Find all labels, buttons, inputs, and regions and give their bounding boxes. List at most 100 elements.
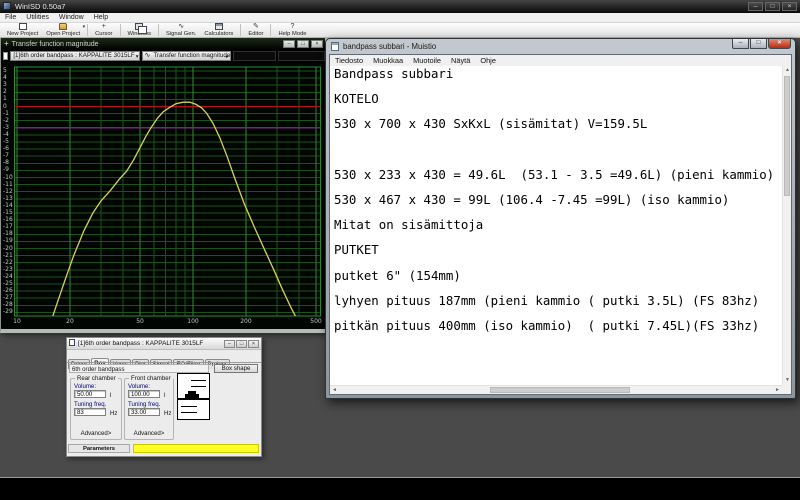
menu-file[interactable]: File	[0, 13, 21, 23]
toolbar-separator	[158, 24, 159, 36]
notepad-menu-muokkaa[interactable]: Muokkaa	[368, 55, 408, 66]
editor-icon: ✎	[253, 23, 259, 30]
vscroll-thumb[interactable]	[784, 76, 790, 196]
winisd-menubar: FileUtilitiesWindowHelp	[0, 13, 800, 23]
desktop: WinISD 0.50a7 – □ × FileUtilitiesWindowH…	[0, 0, 800, 500]
box-shape-button[interactable]: Box shape	[214, 364, 258, 373]
notepad-window: bandpass subbari - Muistio – □ × Tiedost…	[325, 38, 796, 399]
y-axis-tick-label: -10	[3, 175, 13, 181]
tuning-freq-input[interactable]: 83	[74, 408, 106, 416]
advanced-link[interactable]: Advanced>	[71, 430, 121, 437]
project-maximize-button[interactable]: □	[236, 340, 247, 348]
cursor-icon: +	[102, 23, 106, 30]
vertical-scrollbar[interactable]: ▲ ▼	[782, 66, 791, 385]
y-axis-tick-label: -7	[3, 153, 9, 159]
chevron-down-icon[interactable]: ▾	[83, 24, 86, 30]
volume-unit: l	[110, 392, 111, 399]
y-axis-tick-label: -22	[3, 260, 13, 266]
toolbar-new-project-button[interactable]: New Project	[3, 23, 42, 37]
notepad-close-button[interactable]: ×	[768, 39, 791, 49]
y-axis-tick-label: 4	[3, 75, 7, 81]
menu-window[interactable]: Window	[54, 13, 89, 23]
notepad-titlebar[interactable]: bandpass subbari - Muistio – □ ×	[326, 39, 795, 54]
project-selector-dropdown[interactable]: [1]6th order bandpass : KAPPALITE 3015LF…	[10, 51, 140, 61]
graph-restore-button[interactable]: □	[297, 40, 309, 48]
menu-help[interactable]: Help	[89, 13, 113, 23]
y-axis-tick-label: 0	[3, 104, 7, 110]
winisd-close-button[interactable]: ×	[782, 2, 797, 11]
toolbar-calculators-button[interactable]: Calculators	[200, 23, 237, 37]
chamber-name: Front chamber	[129, 375, 173, 382]
project-titlebar[interactable]: [1]6th order bandpass : KAPPALITE 3015LF…	[67, 338, 261, 350]
y-axis-tick-label: -3	[3, 125, 9, 131]
parameters-status: Parameters	[68, 444, 130, 453]
tuning-freq-label: Tuning freq.	[128, 401, 160, 408]
scrollbar-corner	[782, 385, 791, 394]
hscroll-thumb[interactable]	[490, 387, 630, 393]
notepad-menu-muotoile[interactable]: Muotoile	[408, 55, 446, 66]
sine-wave-icon: ∿	[144, 52, 150, 60]
scroll-down-icon[interactable]: ▼	[783, 376, 792, 385]
notepad-minimize-button[interactable]: –	[732, 39, 749, 49]
port-line	[181, 412, 197, 413]
toolbar-windows-button[interactable]: Windows	[124, 23, 156, 37]
project-tab-strip: DriverBoxVentsPlotSignalEQ/FilterProject	[68, 351, 262, 362]
y-axis-tick-label: 2	[3, 89, 7, 95]
scroll-up-icon[interactable]: ▲	[783, 66, 792, 75]
tuning-freq-input[interactable]: 33.00	[128, 408, 160, 416]
menu-utilities[interactable]: Utilities	[21, 13, 54, 23]
open-project-icon	[59, 23, 67, 30]
y-axis-tick-label: -13	[3, 196, 13, 202]
horizontal-scrollbar[interactable]: ◄ ►	[330, 385, 782, 394]
graph-close-button[interactable]: ×	[311, 40, 323, 48]
tuning-freq-unit: Hz	[164, 410, 171, 417]
volume-input[interactable]: 50.00	[74, 390, 106, 398]
box-tab-content: Rear chamber Volume: 50.00 l Tuning freq. 83 H…	[67, 373, 261, 445]
toolbar-separator	[270, 24, 271, 36]
y-axis-tick-label: -14	[3, 203, 13, 209]
scroll-left-icon[interactable]: ◄	[330, 386, 339, 395]
toolbar-separator	[120, 24, 121, 36]
winisd-maximize-button[interactable]: □	[765, 2, 780, 11]
notepad-client: TiedostoMuokkaaMuotoileNäytäOhje Bandpas…	[329, 54, 792, 395]
volume-unit: l	[164, 392, 165, 399]
plot-type-dropdown[interactable]: ∿Transfer function magnitude▸	[142, 51, 230, 61]
toolbar-editor-button[interactable]: ✎Editor	[244, 23, 267, 37]
notepad-text-area[interactable]: Bandpass subbari KOTELO 530 x 700 x 430 …	[330, 66, 782, 385]
winisd-minimize-button[interactable]: –	[748, 2, 763, 11]
chamber-divider	[178, 398, 209, 400]
volume-input[interactable]: 100.00	[128, 390, 160, 398]
scroll-right-icon[interactable]: ►	[773, 386, 782, 395]
volume-label: Volume:	[128, 383, 150, 390]
notepad-maximize-button[interactable]: □	[750, 39, 767, 49]
notepad-menu-ohje[interactable]: Ohje	[475, 55, 501, 66]
winisd-app-icon	[3, 2, 11, 10]
y-axis-tick-label: -5	[3, 139, 9, 145]
y-axis-tick-label: -9	[3, 167, 9, 173]
toolbar-signal-gen-button[interactable]: ∿Signal Gen.	[162, 23, 200, 37]
winisd-titlebar[interactable]: WinISD 0.50a7 – □ ×	[0, 0, 800, 13]
calculators-icon	[215, 23, 223, 30]
chamber-name: Rear chamber	[75, 375, 118, 382]
toolbar-cursor-button[interactable]: +Cursor	[91, 23, 116, 37]
notepad-menubar: TiedostoMuokkaaMuotoileNäytäOhje	[330, 55, 791, 66]
new-project-icon	[19, 23, 27, 30]
advanced-link[interactable]: Advanced>	[125, 430, 173, 437]
notepad-menu-tiedosto[interactable]: Tiedosto	[330, 55, 368, 66]
y-axis-tick-label: -20	[3, 246, 13, 252]
toolbar-open-project-button[interactable]: Open Project▾	[42, 23, 84, 37]
y-axis-tick-label: -11	[3, 182, 13, 188]
y-axis-tick-label: -28	[3, 302, 13, 308]
project-minimize-button[interactable]: –	[224, 340, 235, 348]
y-axis-tick-label: -12	[3, 189, 13, 195]
graph-minimize-button[interactable]: –	[283, 40, 295, 48]
help-mode-icon: ?	[291, 23, 295, 30]
y-axis-tick-label: -4	[3, 132, 9, 138]
graph-titlebar[interactable]: +Transfer function magnitude – □ ×	[1, 38, 325, 50]
project-doc-icon	[69, 339, 75, 346]
project-close-button[interactable]: ×	[248, 340, 259, 348]
y-axis-tick-label: 3	[3, 82, 7, 88]
transfer-function-plot[interactable]: 543210-1-2-3-4-5-6-7-8-9-10-11-12-13-14-…	[1, 62, 325, 329]
toolbar-help-mode-button[interactable]: ?Help Mode	[274, 23, 310, 37]
notepad-menu-n-yt[interactable]: Näytä	[446, 55, 475, 66]
